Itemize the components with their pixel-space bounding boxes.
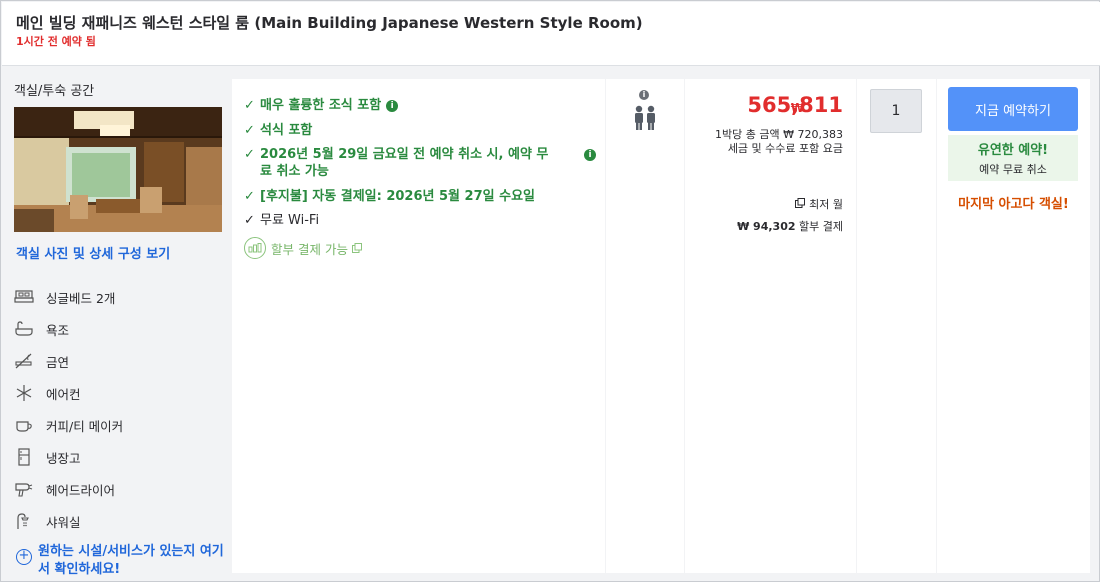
amenity-item: 욕조	[14, 319, 69, 339]
room-quantity-select[interactable]: 1	[870, 89, 922, 133]
installment-link[interactable]: 할부 결제 가능	[244, 237, 362, 259]
hairdryer-icon	[14, 479, 36, 499]
flexible-booking-title: 유연한 예약!	[977, 143, 1049, 158]
recent-booking-badge: 1시간 전 예약 됨	[16, 35, 96, 48]
free-cancellation-label: 예약 무료 취소	[979, 163, 1047, 176]
facility-check-label: 원하는 시설/서비스가 있는지 여기서 확인하세요!	[38, 544, 224, 577]
amenity-item: 샤워실	[14, 511, 81, 531]
amenity-label: 샤워실	[46, 514, 81, 530]
room-space-label: 객실/투숙 공간	[14, 84, 95, 99]
installment-badge-icon	[244, 237, 266, 259]
benefit-item: ✓ 2026년 5월 29일 금요일 전 예약 취소 시, 예약 무 료 취소 …	[244, 146, 596, 180]
amenity-label: 냉장고	[46, 450, 81, 466]
info-icon[interactable]: i	[639, 90, 649, 100]
monthly-installment: ₩ 94,302 할부 결제	[737, 218, 843, 234]
benefit-label: 2026년 5월 29일 금요일 전 예약 취소 시, 예약 무	[260, 147, 549, 162]
check-icon: ✓	[244, 98, 255, 113]
benefit-item: ✓ [후지불] 자동 결제일: 2026년 5월 27일 수요일	[244, 188, 535, 205]
price-column: ₩ 565,811 1박당 총 금액 ₩ 720,383 세금 및 수수료 포함…	[685, 79, 856, 573]
refrigerator-icon	[14, 447, 36, 467]
check-icon: ✓	[244, 189, 255, 204]
room-photo[interactable]	[14, 107, 222, 232]
amenity-item: 냉장고	[14, 447, 81, 467]
installment-label: 할부 결제 가능	[271, 241, 348, 257]
info-icon[interactable]: i	[386, 100, 399, 112]
amenity-item: 에어컨	[14, 383, 81, 403]
coffee-cup-icon	[14, 415, 36, 435]
benefit-item: ✓ 매우 훌륭한 조식 포함 i	[244, 97, 399, 114]
amenity-label: 금연	[46, 354, 70, 370]
amenity-label: 욕조	[46, 322, 70, 338]
check-icon: ✓	[244, 147, 255, 162]
amenity-item: 헤어드라이어	[14, 479, 115, 499]
amenity-item: 커피/티 메이커	[14, 415, 123, 435]
room-title[interactable]: 메인 빌딩 재패니즈 웨스턴 스타일 룸 (Main Building Japa…	[16, 12, 643, 33]
flexible-booking-box: 유연한 예약! 예약 무료 취소	[948, 135, 1078, 181]
benefit-item: ✓ 무료 Wi-Fi	[244, 212, 319, 229]
monthly-amount: ₩ 94,302	[737, 220, 796, 233]
benefits-column: ✓ 매우 훌륭한 조식 포함 i ✓ 석식 포함 ✓ 2026년 5월 29일 금…	[232, 79, 605, 573]
amenity-label: 에어컨	[46, 386, 81, 402]
benefit-label: [후지불] 자동 결제일: 2026년 5월 27일 수요일	[260, 189, 535, 204]
room-card: 메인 빌딩 재패니즈 웨스턴 스타일 룸 (Main Building Japa…	[0, 0, 1100, 582]
amenity-item: 싱글베드 2개	[14, 287, 115, 307]
plus-circle-icon: +	[16, 549, 32, 565]
price-amount: 565,811	[747, 93, 843, 117]
external-link-icon	[795, 197, 806, 211]
external-link-icon	[351, 241, 362, 256]
quantity-column: 1	[857, 79, 936, 573]
room-header: 메인 빌딩 재패니즈 웨스턴 스타일 룸 (Main Building Japa…	[2, 2, 1100, 66]
amenity-label: 헤어드라이어	[46, 482, 116, 498]
benefit-item: ✓ 석식 포함	[244, 122, 312, 139]
amenity-label: 싱글베드 2개	[46, 290, 116, 306]
last-room-alert: 마지막 아고다 객실!	[958, 197, 1069, 212]
info-icon[interactable]: i	[584, 149, 596, 161]
price-tax-note: 세금 및 수수료 포함 요금	[727, 142, 843, 155]
benefit-label: 무료 Wi-Fi	[260, 213, 320, 228]
check-icon: ✓	[244, 213, 255, 228]
amenity-label: 커피/티 메이커	[46, 418, 124, 434]
room-photo-image	[14, 107, 222, 232]
amenity-item: 금연	[14, 351, 69, 371]
shower-icon	[14, 511, 36, 531]
benefit-label: 매우 훌륭한 조식 포함	[260, 98, 382, 113]
booking-column: 지금 예약하기 유연한 예약! 예약 무료 취소 마지막 아고다 객실!	[937, 79, 1090, 573]
monthly-suffix: 할부 결제	[799, 220, 843, 233]
occupancy-column: i	[606, 79, 684, 573]
facility-check-link[interactable]: + 원하는 시설/서비스가 있는지 여기서 확인하세요!	[16, 543, 228, 579]
book-now-button[interactable]: 지금 예약하기	[948, 87, 1078, 131]
bed-icon	[14, 287, 36, 307]
no-smoking-icon	[14, 351, 36, 371]
room-info-panel: 객실/투숙 공간 객실 사진 및 상세 구성 보기 싱글베드 2개 욕조 금연 …	[2, 71, 230, 581]
lowest-monthly-row: 최저 월	[795, 196, 843, 212]
lowest-monthly-label: 최저 월	[809, 198, 843, 211]
benefit-label: 료 취소 가능	[260, 164, 329, 179]
bathtub-icon	[14, 319, 36, 339]
snowflake-icon	[14, 383, 36, 403]
benefit-label: 석식 포함	[260, 123, 313, 138]
check-icon: ✓	[244, 123, 255, 138]
two-people-icon	[632, 105, 658, 135]
room-photos-link[interactable]: 객실 사진 및 상세 구성 보기	[16, 243, 170, 262]
